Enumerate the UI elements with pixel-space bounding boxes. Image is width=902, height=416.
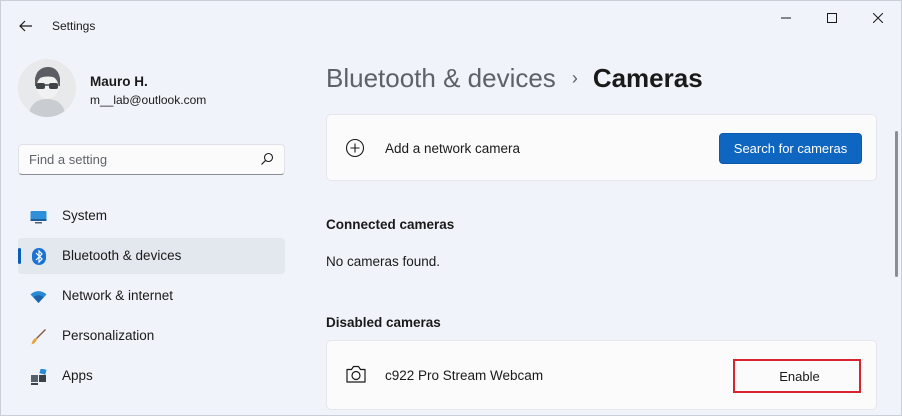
disabled-cameras-heading: Disabled cameras [326, 315, 441, 330]
sidebar-item-bluetooth-devices[interactable]: Bluetooth & devices [18, 238, 285, 274]
sidebar-item-label: Network & internet [62, 288, 174, 303]
maximize-button[interactable] [809, 1, 855, 35]
sidebar-item-label: Personalization [62, 328, 155, 343]
camera-icon [346, 365, 366, 383]
title-bar: Settings [1, 1, 901, 49]
breadcrumb: Bluetooth & devices › Cameras [326, 61, 703, 95]
no-cameras-text: No cameras found. [326, 254, 441, 269]
search-for-cameras-button[interactable]: Search for cameras [719, 133, 862, 164]
scrollbar[interactable] [895, 131, 898, 277]
add-circle-icon [345, 138, 365, 158]
disabled-camera-row: c922 Pro Stream Webcam Enable [326, 340, 877, 410]
active-indicator [18, 248, 21, 264]
wifi-icon [30, 288, 47, 305]
enable-button[interactable]: Enable [739, 363, 860, 389]
sidebar-item-label: Apps [62, 368, 93, 383]
maximize-icon [827, 13, 837, 23]
sidebar-item-label: Bluetooth & devices [62, 248, 182, 263]
connected-cameras-heading: Connected cameras [326, 217, 455, 232]
brush-icon [30, 328, 47, 345]
minimize-button[interactable] [763, 1, 809, 35]
page-title: Cameras [592, 62, 703, 93]
sidebar-item-personalization[interactable]: Personalization [18, 318, 285, 354]
search-box[interactable] [18, 144, 285, 175]
settings-window: Settings Mauro H. m__lab@outlook.com Fin… [0, 0, 902, 416]
sidebar-item-network-internet[interactable]: Network & internet [18, 278, 285, 314]
breadcrumb-separator: › [571, 67, 578, 88]
close-icon [873, 13, 883, 23]
add-network-camera-card: Add a network camera Search for cameras [326, 114, 877, 181]
sidebar-item-apps[interactable]: Apps [18, 358, 285, 394]
search-input[interactable] [19, 145, 255, 174]
monitor-icon [30, 208, 47, 225]
back-arrow-icon [19, 20, 32, 32]
add-network-camera-label: Add a network camera [385, 141, 521, 156]
user-avatar-icon [18, 59, 76, 117]
app-title: Settings [52, 19, 96, 33]
avatar[interactable] [18, 59, 76, 117]
sidebar-item-label: System [62, 208, 108, 223]
search-icon[interactable] [260, 152, 274, 166]
user-name: Mauro H. [90, 74, 148, 89]
minimize-icon [781, 17, 791, 19]
user-email: m__lab@outlook.com [90, 93, 207, 107]
bluetooth-icon [30, 248, 47, 265]
close-button[interactable] [855, 1, 901, 35]
sidebar-item-system[interactable]: System [18, 198, 285, 234]
breadcrumb-parent[interactable]: Bluetooth & devices [326, 63, 556, 94]
camera-name: c922 Pro Stream Webcam [385, 368, 544, 383]
apps-icon [30, 368, 47, 385]
back-button[interactable] [13, 13, 39, 39]
